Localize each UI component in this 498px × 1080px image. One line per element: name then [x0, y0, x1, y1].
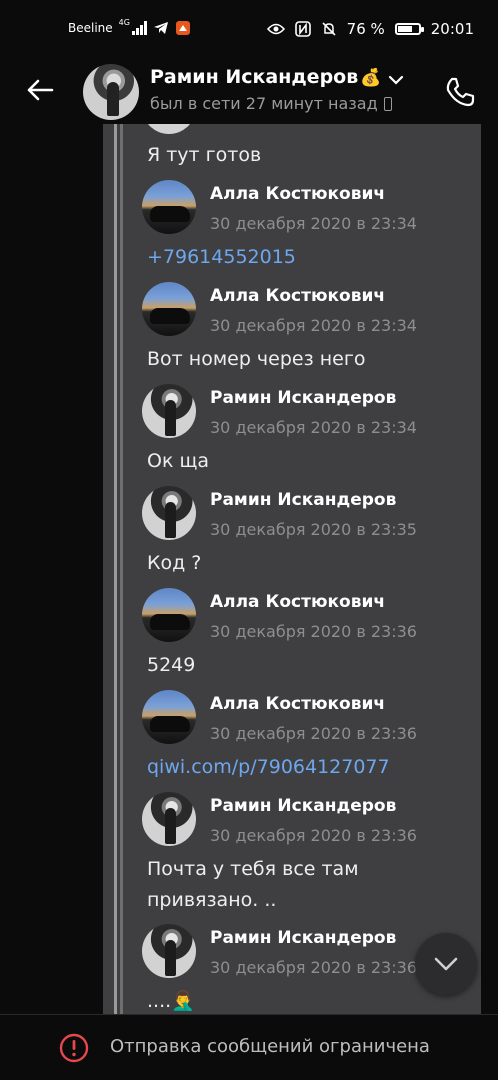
- message-date: 30 декабря 2020 в 23:36: [210, 724, 417, 743]
- avatar[interactable]: [142, 924, 196, 978]
- avatar[interactable]: [142, 486, 196, 540]
- back-arrow-icon: [27, 79, 54, 101]
- message-text: 5249: [147, 654, 196, 676]
- last-seen-status: был в сети 27 минут назад: [150, 94, 392, 113]
- phone-icon: [446, 77, 475, 107]
- message-text: Я тут готов: [147, 144, 262, 166]
- carrier-label: Beeline: [68, 21, 113, 35]
- sender-name[interactable]: Алла Костюкович: [210, 184, 385, 204]
- message-text: привязано. ..: [147, 889, 277, 911]
- forward-quote-line: [114, 124, 117, 1014]
- avatar[interactable]: [142, 282, 196, 336]
- message-text: Вот номер через него: [147, 348, 366, 370]
- message-date: 30 декабря 2020 в 23:36: [210, 622, 417, 641]
- eye-icon: [266, 23, 285, 35]
- chevron-down-icon: [434, 957, 458, 971]
- clock: 20:01: [430, 20, 474, 38]
- notification-icon: [175, 21, 190, 35]
- chat-area[interactable]: Я тут готов Алла Костюкович 30 декабря 2…: [0, 124, 498, 1014]
- message-text: Почта у тебя все там: [147, 858, 359, 880]
- avatar[interactable]: [142, 384, 196, 438]
- sender-name[interactable]: Рамин Искандеров: [210, 388, 396, 408]
- message-date: 30 декабря 2020 в 23:34: [210, 214, 417, 233]
- mobile-device-icon: [383, 97, 392, 111]
- network-type-label: 4G: [118, 17, 130, 27]
- chevron-down-icon[interactable]: [388, 74, 404, 86]
- mute-icon: [322, 22, 336, 36]
- sender-name[interactable]: Алла Костюкович: [210, 286, 385, 306]
- forward-quote-line-inner: [120, 124, 123, 1014]
- message-date: 30 декабря 2020 в 23:36: [210, 826, 417, 845]
- status-left: Beeline 4G: [68, 17, 191, 36]
- message-text: ....🤦‍♂️: [147, 990, 195, 1012]
- message-date: 30 декабря 2020 в 23:34: [210, 418, 417, 437]
- contact-name[interactable]: Рамин Искандеров 💰: [150, 66, 381, 88]
- message-date: 30 декабря 2020 в 23:36: [210, 958, 417, 977]
- messaging-restricted-bar: Отправка сообщений ограничена: [0, 1014, 498, 1080]
- sender-name[interactable]: Алла Костюкович: [210, 592, 385, 612]
- sender-name[interactable]: Рамин Искандеров: [210, 796, 396, 816]
- sender-name[interactable]: Рамин Искандеров: [210, 928, 396, 948]
- sender-name[interactable]: Алла Костюкович: [210, 694, 385, 714]
- battery-percent: 76 %: [346, 20, 385, 38]
- status-bar: Beeline 4G 76 % 20:01: [0, 0, 498, 62]
- restricted-message: Отправка сообщений ограничена: [110, 1036, 430, 1057]
- telegram-icon: [153, 22, 168, 34]
- message-date: 30 декабря 2020 в 23:35: [210, 520, 417, 539]
- avatar[interactable]: [142, 124, 196, 134]
- warning-icon: [59, 1033, 89, 1063]
- avatar[interactable]: [142, 690, 196, 744]
- last-seen-text: был в сети 27 минут назад: [150, 94, 378, 113]
- contact-name-text: Рамин Искандеров: [150, 66, 359, 88]
- scroll-to-bottom-button[interactable]: [415, 933, 477, 995]
- contact-emoji: 💰: [360, 68, 382, 88]
- avatar[interactable]: [142, 180, 196, 234]
- message-text: Ок ща: [147, 450, 210, 472]
- nfc-icon: [294, 21, 311, 37]
- chat-header: Рамин Искандеров 💰 был в сети 27 минут на…: [0, 62, 498, 124]
- sender-name[interactable]: Рамин Искандеров: [210, 490, 396, 510]
- avatar[interactable]: [142, 792, 196, 846]
- phone-link[interactable]: +79614552015: [147, 242, 296, 272]
- battery-fill: [397, 26, 412, 32]
- avatar[interactable]: [142, 588, 196, 642]
- signal-icon: [131, 21, 147, 35]
- message-text: Код ?: [147, 552, 202, 574]
- message-date: 30 декабря 2020 в 23:34: [210, 316, 417, 335]
- contact-avatar[interactable]: [83, 64, 139, 120]
- forwarded-messages-panel: Я тут готов Алла Костюкович 30 декабря 2…: [103, 124, 481, 1014]
- call-button[interactable]: [440, 72, 480, 112]
- battery-icon: [394, 23, 424, 35]
- qiwi-link[interactable]: qiwi.com/p/79064127077: [147, 752, 390, 782]
- status-right: 76 % 20:01: [266, 20, 474, 38]
- back-button[interactable]: [22, 72, 58, 108]
